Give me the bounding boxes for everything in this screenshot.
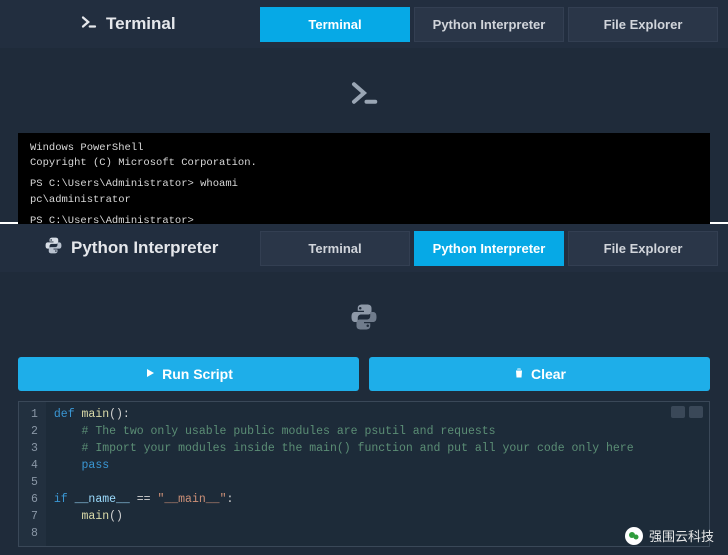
tab-terminal-2[interactable]: Terminal [260, 231, 410, 266]
code-line: # Import your modules inside the main() … [54, 440, 634, 457]
code-line: main() [54, 508, 634, 525]
console-line: Copyright (C) Microsoft Corporation. [30, 156, 698, 171]
line-gutter: 12345678 [19, 402, 46, 546]
mini-icon-1 [671, 406, 685, 418]
tab-file-explorer[interactable]: File Explorer [568, 7, 718, 42]
python-logo-icon [44, 236, 63, 260]
tab-file-explorer-2[interactable]: File Explorer [568, 231, 718, 266]
clear-label: Clear [531, 366, 566, 382]
code-line: if __name__ == "__main__": [54, 491, 634, 508]
run-script-label: Run Script [162, 366, 233, 382]
python-panel: Python Interpreter Terminal Python Inter… [0, 224, 728, 555]
code-editor[interactable]: 12345678 def main(): # The two only usab… [18, 401, 710, 547]
line-number: 5 [31, 474, 38, 491]
python-title: Python Interpreter [0, 236, 260, 260]
terminal-title: Terminal [0, 13, 260, 36]
python-buttons: Run Script Clear [0, 357, 728, 391]
watermark-text: 强围云科技 [649, 526, 714, 545]
tab-terminal[interactable]: Terminal [260, 7, 410, 42]
terminal-title-text: Terminal [106, 14, 176, 34]
line-number: 4 [31, 457, 38, 474]
console-line: pc\administrator [30, 193, 698, 208]
terminal-prompt-icon [80, 13, 98, 36]
editor-mini-icons [671, 406, 703, 418]
python-header: Python Interpreter Terminal Python Inter… [0, 224, 728, 272]
line-number: 6 [31, 491, 38, 508]
terminal-section-icon-wrap [0, 48, 728, 133]
console-line: Windows PowerShell [30, 141, 698, 156]
code-line: # The two only usable public modules are… [54, 423, 634, 440]
code-line [54, 525, 634, 542]
terminal-console[interactable]: Windows PowerShellCopyright (C) Microsof… [18, 133, 710, 237]
code-line: pass [54, 457, 634, 474]
trash-icon [513, 366, 525, 382]
line-number: 7 [31, 508, 38, 525]
mini-icon-2 [689, 406, 703, 418]
line-number: 8 [31, 525, 38, 542]
run-script-button[interactable]: Run Script [18, 357, 359, 391]
clear-button[interactable]: Clear [369, 357, 710, 391]
python-section-icon-wrap [0, 272, 728, 357]
terminal-large-icon [346, 78, 382, 113]
bottom-tabs: Terminal Python Interpreter File Explore… [260, 231, 718, 266]
console-line: PS C:\Users\Administrator> whoami [30, 177, 698, 192]
watermark: 强围云科技 [625, 526, 714, 545]
wechat-icon [625, 527, 643, 545]
line-number: 2 [31, 423, 38, 440]
tab-python-interpreter[interactable]: Python Interpreter [414, 7, 564, 42]
python-title-text: Python Interpreter [71, 238, 218, 258]
top-tabs: Terminal Python Interpreter File Explore… [260, 7, 718, 42]
code-content[interactable]: def main(): # The two only usable public… [46, 402, 642, 546]
line-number: 3 [31, 440, 38, 457]
code-line: def main(): [54, 406, 634, 423]
tab-python-interpreter-2[interactable]: Python Interpreter [414, 231, 564, 266]
terminal-panel: Terminal Terminal Python Interpreter Fil… [0, 0, 728, 224]
code-line [54, 474, 634, 491]
terminal-header: Terminal Terminal Python Interpreter Fil… [0, 0, 728, 48]
python-large-icon [349, 302, 379, 337]
play-icon [144, 366, 156, 382]
line-number: 1 [31, 406, 38, 423]
